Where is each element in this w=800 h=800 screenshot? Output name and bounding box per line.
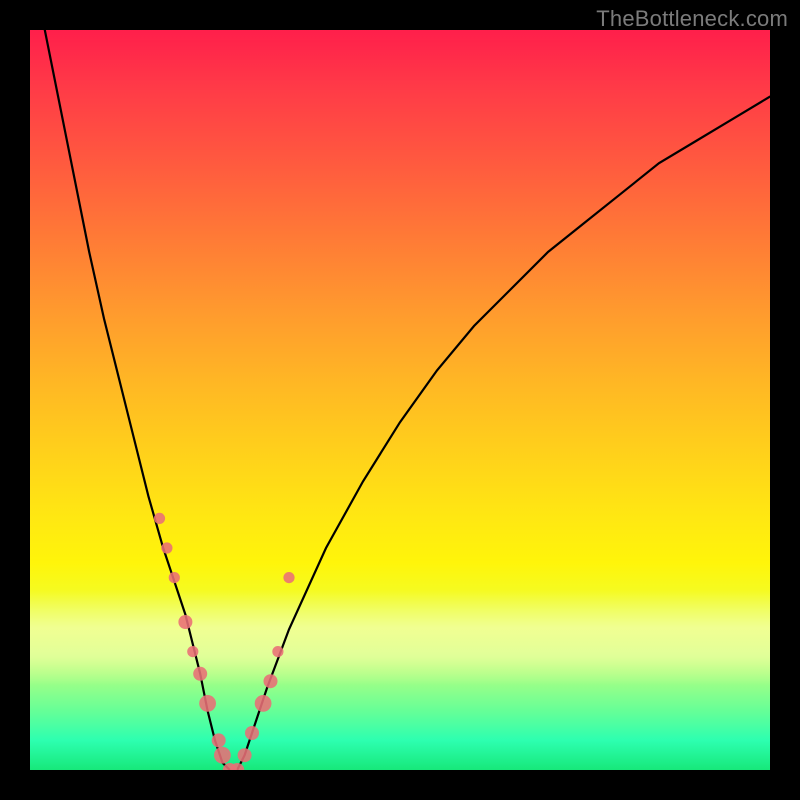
data-marker (169, 572, 180, 583)
plot-area (30, 30, 770, 770)
watermark-text: TheBottleneck.com (596, 6, 788, 32)
data-marker (264, 674, 278, 688)
data-marker (283, 572, 294, 583)
data-markers (154, 513, 295, 770)
data-marker (255, 695, 272, 712)
data-marker (187, 646, 198, 657)
data-marker (199, 695, 216, 712)
data-marker (193, 667, 207, 681)
data-marker (178, 615, 192, 629)
chart-frame: TheBottleneck.com (0, 0, 800, 800)
bottleneck-curve (30, 30, 770, 770)
data-marker (272, 646, 283, 657)
data-marker (212, 733, 226, 747)
data-marker (238, 748, 252, 762)
data-marker (154, 513, 165, 524)
data-marker (161, 542, 172, 553)
data-marker (245, 726, 259, 740)
chart-svg (30, 30, 770, 770)
data-marker (214, 747, 231, 764)
